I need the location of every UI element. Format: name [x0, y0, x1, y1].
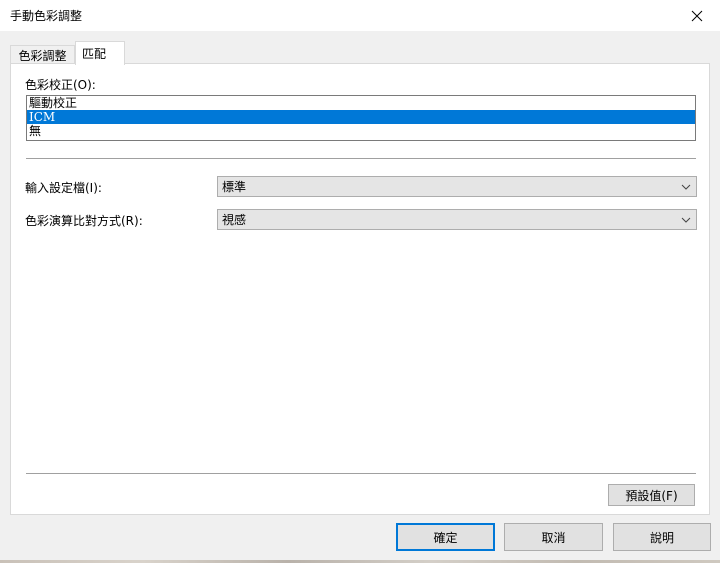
chevron-down-icon: [681, 217, 691, 223]
cancel-button-label: 取消: [541, 530, 566, 545]
input-profile-label: 輸入設定檔(I):: [25, 181, 102, 195]
tab-color-adjustment[interactable]: 色彩調整: [10, 45, 75, 64]
cancel-button[interactable]: 取消: [504, 523, 603, 551]
color-correction-label: 色彩校正(O):: [25, 78, 96, 92]
close-icon: [691, 10, 703, 21]
tab-matching[interactable]: 匹配: [75, 41, 125, 65]
rendering-intent-label: 色彩演算比對方式(R):: [25, 214, 143, 228]
color-correction-listbox[interactable]: 驅動校正 ICM 無: [26, 95, 696, 141]
defaults-button[interactable]: 預設值(F): [608, 484, 695, 506]
tab-label: 匹配: [82, 47, 107, 61]
defaults-button-label: 預設值(F): [625, 488, 678, 503]
tab-label: 色彩調整: [18, 48, 67, 63]
close-button[interactable]: [674, 0, 720, 31]
window-title: 手動色彩調整: [10, 9, 83, 23]
list-item[interactable]: 驅動校正: [27, 96, 695, 110]
input-profile-dropdown[interactable]: 標準: [217, 176, 697, 197]
divider: [26, 473, 696, 474]
help-button[interactable]: 說明: [613, 523, 711, 551]
title-bar: 手動色彩調整: [0, 0, 720, 31]
list-item[interactable]: 無: [27, 124, 695, 138]
tab-panel: 色彩校正(O): 驅動校正 ICM 無 輸入設定檔(I): 標準 色彩演算比對方…: [10, 63, 710, 515]
input-profile-value: 標準: [222, 180, 247, 194]
list-item-selected[interactable]: ICM: [27, 110, 695, 124]
divider: [26, 158, 696, 159]
rendering-intent-value: 視感: [222, 213, 247, 227]
chevron-down-icon: [681, 184, 691, 190]
ok-button[interactable]: 確定: [396, 523, 495, 551]
rendering-intent-dropdown[interactable]: 視感: [217, 209, 697, 230]
ok-button-label: 確定: [433, 530, 458, 545]
help-button-label: 說明: [649, 530, 674, 545]
